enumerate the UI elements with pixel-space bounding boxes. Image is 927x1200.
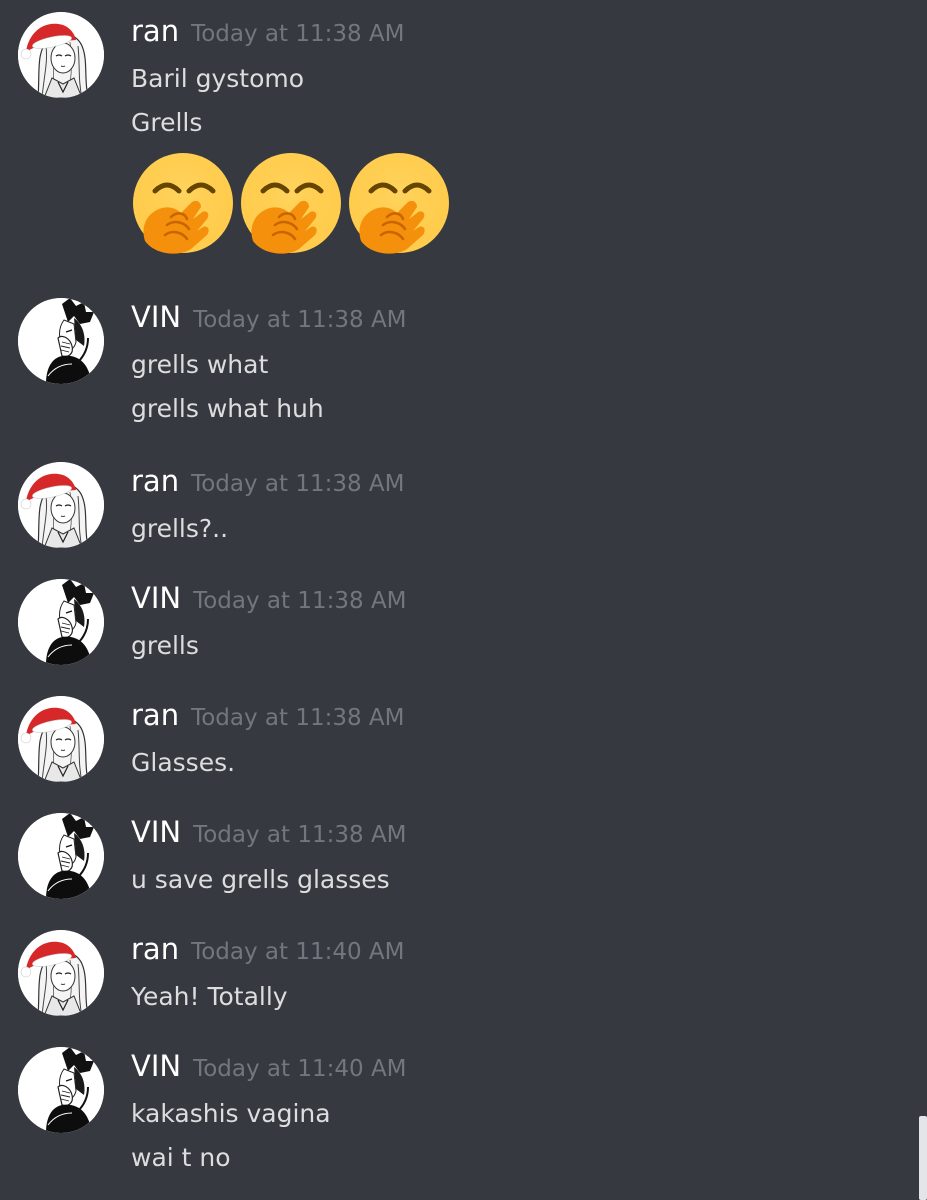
username[interactable]: VIN: [131, 300, 181, 334]
hand-over-mouth-emoji[interactable]: [347, 151, 451, 255]
ran-avatar[interactable]: [18, 696, 104, 782]
message-header: ran Today at 11:40 AM: [131, 930, 405, 968]
timestamp: Today at 11:38 AM: [193, 822, 407, 848]
message-content: kakashis vagina wai t no: [131, 1092, 331, 1180]
username[interactable]: ran: [131, 464, 179, 498]
hand-over-mouth-emoji[interactable]: [131, 151, 235, 255]
ran-avatar[interactable]: [18, 12, 104, 98]
emoji-row: [131, 151, 451, 255]
ran-avatar[interactable]: [18, 462, 104, 548]
message-text: Grells: [131, 108, 203, 137]
message-text: grells: [131, 631, 199, 660]
message-content: grells?..: [131, 507, 228, 551]
timestamp: Today at 11:40 AM: [191, 939, 405, 965]
message-text: wai t no: [131, 1143, 231, 1172]
message-header: VIN Today at 11:38 AM: [131, 579, 407, 617]
username[interactable]: ran: [131, 14, 179, 48]
vin-avatar[interactable]: [18, 813, 104, 899]
timestamp: Today at 11:38 AM: [191, 21, 405, 47]
timestamp: Today at 11:38 AM: [191, 471, 405, 497]
username[interactable]: ran: [131, 932, 179, 966]
message-content: Glasses.: [131, 741, 235, 785]
vin-avatar[interactable]: [18, 579, 104, 665]
hand-over-mouth-emoji[interactable]: [239, 151, 343, 255]
message-header: ran Today at 11:38 AM: [131, 12, 405, 50]
message-content: u save grells glasses: [131, 858, 390, 902]
timestamp: Today at 11:38 AM: [191, 705, 405, 731]
username[interactable]: VIN: [131, 1049, 181, 1083]
timestamp: Today at 11:38 AM: [193, 588, 407, 614]
scrollbar-thumb[interactable]: [919, 1116, 927, 1200]
message-text: grells what: [131, 350, 269, 379]
scrollbar-track[interactable]: [919, 0, 927, 1200]
message-header: VIN Today at 11:40 AM: [131, 1047, 407, 1085]
message-content: grells: [131, 624, 199, 668]
timestamp: Today at 11:40 AM: [193, 1056, 407, 1082]
username[interactable]: VIN: [131, 815, 181, 849]
message-header: VIN Today at 11:38 AM: [131, 298, 407, 336]
vin-avatar[interactable]: [18, 298, 104, 384]
message-header: VIN Today at 11:38 AM: [131, 813, 407, 851]
message-content: Baril gystomo Grells: [131, 57, 451, 255]
message-text: Baril gystomo: [131, 64, 305, 93]
username[interactable]: VIN: [131, 581, 181, 615]
ran-avatar[interactable]: [18, 930, 104, 1016]
message-text: u save grells glasses: [131, 865, 390, 894]
message-text: kakashis vagina: [131, 1099, 331, 1128]
message-content: Yeah! Totally: [131, 975, 288, 1019]
timestamp: Today at 11:38 AM: [193, 307, 407, 333]
vin-avatar[interactable]: [18, 1047, 104, 1133]
message-content: grells what grells what huh: [131, 343, 324, 431]
message-header: ran Today at 11:38 AM: [131, 696, 405, 734]
message-text: grells?..: [131, 514, 229, 543]
message-header: ran Today at 11:38 AM: [131, 462, 405, 500]
message-text: Glasses.: [131, 748, 236, 777]
message-text: grells what huh: [131, 394, 324, 423]
message-text: Yeah! Totally: [131, 982, 288, 1011]
username[interactable]: ran: [131, 698, 179, 732]
